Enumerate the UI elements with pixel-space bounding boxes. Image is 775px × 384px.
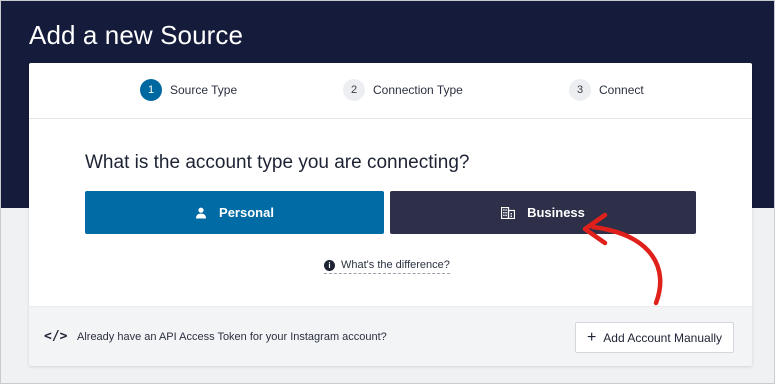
code-icon: </> [44, 329, 68, 344]
info-icon: i [324, 259, 335, 271]
help-link-label: What's the difference? [341, 259, 450, 271]
account-type-question: What is the account type you are connect… [85, 152, 470, 173]
step-source-type[interactable]: 1 Source Type [140, 79, 237, 101]
business-button-label: Business [527, 205, 585, 220]
personal-button-label: Personal [219, 205, 274, 220]
step-connection-type[interactable]: 2 Connection Type [343, 79, 463, 101]
step-number: 3 [569, 79, 591, 101]
business-button[interactable]: Business [390, 191, 696, 234]
add-account-label: Add Account Manually [603, 330, 723, 345]
manual-token-text: Already have an API Access Token for you… [77, 331, 387, 343]
difference-help-link[interactable]: i What's the difference? [324, 259, 450, 274]
step-label: Source Type [170, 83, 238, 97]
building-icon [501, 206, 516, 219]
step-connect[interactable]: 3 Connect [569, 79, 644, 101]
manual-token-bar: </> Already have an API Access Token for… [29, 306, 752, 366]
step-number: 2 [343, 79, 365, 101]
step-label: Connect [599, 83, 644, 97]
step-label: Connection Type [373, 83, 463, 97]
person-icon [196, 207, 207, 218]
step-number: 1 [140, 79, 162, 101]
stepper: 1 Source Type 2 Connection Type 3 Connec… [29, 63, 752, 119]
app-frame: Add a new Source 1 Source Type 2 Connect… [0, 0, 775, 384]
personal-button[interactable]: Personal [85, 191, 384, 234]
page-title: Add a new Source [29, 20, 244, 50]
source-card: 1 Source Type 2 Connection Type 3 Connec… [29, 63, 752, 366]
plus-icon: + [586, 328, 597, 346]
add-account-manually-button[interactable]: + Add Account Manually [575, 322, 734, 353]
